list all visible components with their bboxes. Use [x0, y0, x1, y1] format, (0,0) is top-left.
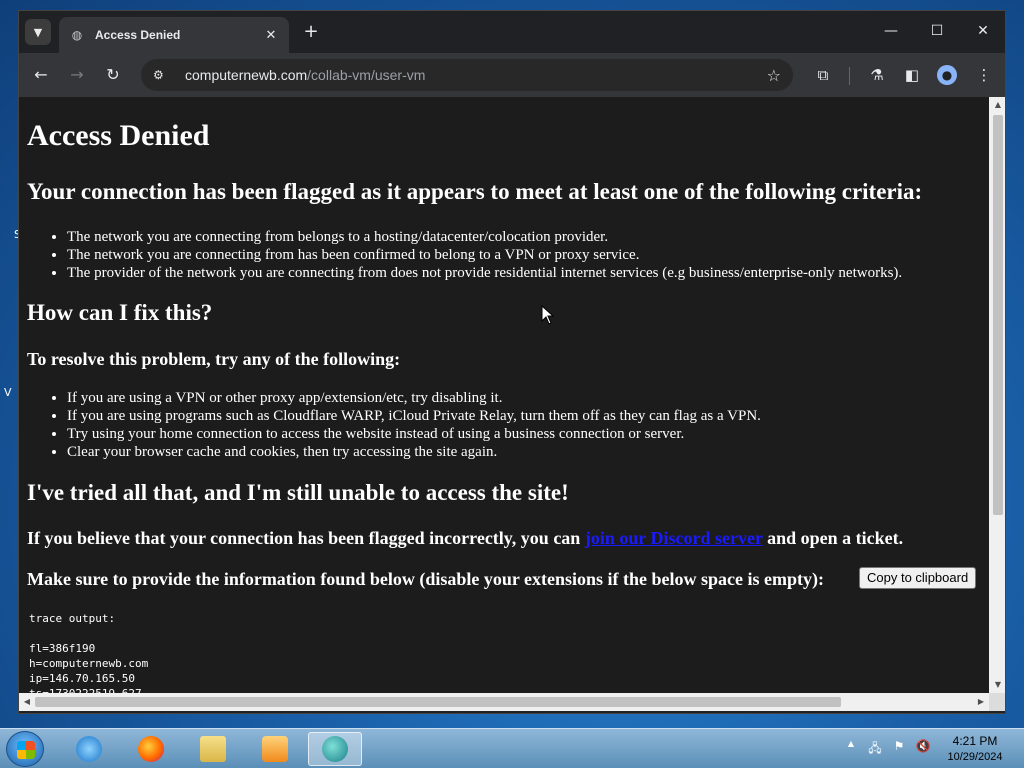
taskbar: ▲ 🖧 ⚑ 🔇 4:21 PM 10/29/2024 — [0, 728, 1024, 768]
fix-heading: How can I fix this? — [27, 300, 213, 325]
discord-link[interactable]: join our Discord server — [585, 528, 763, 548]
windows-logo-icon — [17, 741, 35, 759]
volume-muted-icon[interactable]: 🔇 — [914, 739, 932, 753]
media-player-icon — [262, 736, 288, 762]
address-bar[interactable]: ⚙ computernewb.com/collab-vm/user-vm ☆ — [141, 59, 793, 91]
close-tab-icon[interactable]: ✕ — [263, 28, 279, 43]
provide-info-text: Make sure to provide the information fou… — [27, 569, 825, 589]
labs-icon[interactable]: ⚗ — [865, 63, 889, 87]
folder-icon — [200, 736, 226, 762]
profile-avatar-icon[interactable]: ● — [937, 65, 957, 85]
taskbar-app-collabvm[interactable] — [308, 732, 362, 766]
start-button[interactable] — [6, 731, 44, 767]
back-button[interactable]: ← — [29, 63, 53, 87]
minimize-button[interactable]: — — [876, 19, 906, 43]
menu-icon[interactable]: ⋮ — [972, 63, 996, 87]
taskbar-app-media-player[interactable] — [248, 732, 302, 766]
list-item: Try using your home connection to access… — [67, 425, 761, 443]
bookmark-star-icon[interactable]: ☆ — [767, 66, 781, 85]
resolve-heading: To resolve this problem, try any of the … — [27, 349, 401, 369]
extensions-icon[interactable]: ⧉ — [811, 63, 835, 87]
incorrect-flag-text: If you believe that your connection has … — [27, 528, 903, 549]
page-viewport: Access Denied Your connection has been f… — [19, 97, 989, 693]
incorrect-suffix: and open a ticket. — [767, 528, 904, 548]
horizontal-scroll-thumb[interactable] — [35, 697, 841, 707]
desktop-icon-fragment[interactable]: V — [4, 386, 12, 399]
vertical-scroll-thumb[interactable] — [993, 115, 1003, 515]
clock-date: 10/29/2024 — [947, 751, 1003, 763]
vertical-scrollbar[interactable]: ▲ ▼ — [989, 97, 1005, 693]
browser-toolbar: ← → ↻ ⚙ computernewb.com/collab-vm/user-… — [19, 53, 1005, 97]
url-host: computernewb.com — [185, 67, 308, 83]
globe-icon: ◍ — [71, 28, 83, 42]
tab-access-denied[interactable]: ◍ Access Denied ✕ — [59, 17, 289, 53]
internet-explorer-icon — [76, 736, 102, 762]
tried-heading: I've tried all that, and I'm still unabl… — [27, 480, 569, 505]
scroll-right-icon[interactable]: ▶ — [973, 693, 989, 711]
tab-search-button[interactable]: ▼ — [25, 19, 51, 45]
clock-time: 4:21 PM — [952, 734, 998, 748]
system-clock[interactable]: 4:21 PM 10/29/2024 — [940, 733, 1010, 765]
list-item: If you are using programs such as Cloudf… — [67, 407, 761, 425]
taskbar-app-file-explorer[interactable] — [186, 732, 240, 766]
horizontal-scrollbar[interactable]: ◀ ▶ — [19, 693, 989, 711]
list-item: The network you are connecting from belo… — [67, 228, 902, 246]
criteria-heading: Your connection has been flagged as it a… — [27, 179, 923, 204]
collabvm-icon — [322, 736, 348, 762]
list-item: If you are using a VPN or other proxy ap… — [67, 389, 761, 407]
reload-button[interactable]: ↻ — [101, 63, 125, 87]
taskbar-app-internet-explorer[interactable] — [62, 732, 116, 766]
copy-to-clipboard-button[interactable]: Copy to clipboard — [859, 567, 977, 589]
browser-window: ▼ ◍ Access Denied ✕ + — ☐ ✕ ← → ↻ ⚙ comp… — [18, 10, 1006, 714]
page-title: Access Denied — [27, 119, 210, 152]
criteria-list: The network you are connecting from belo… — [67, 228, 902, 282]
forward-button[interactable]: → — [65, 63, 89, 87]
firefox-icon — [138, 736, 164, 762]
fix-list: If you are using a VPN or other proxy ap… — [67, 389, 761, 461]
trace-output: trace output: fl=386f190 h=computernewb.… — [29, 612, 149, 693]
incorrect-prefix: If you believe that your connection has … — [27, 528, 581, 548]
scrollbar-corner — [989, 693, 1005, 711]
url-path: /collab-vm/user-vm — [307, 67, 426, 83]
side-panel-icon[interactable]: ◧ — [900, 63, 924, 87]
url-text[interactable]: computernewb.com/collab-vm/user-vm — [185, 67, 767, 83]
maximize-button[interactable]: ☐ — [922, 19, 952, 43]
mouse-cursor-icon — [541, 305, 555, 325]
tab-title: Access Denied — [95, 28, 181, 42]
show-hidden-icons-chevron-icon[interactable]: ▲ — [842, 739, 860, 748]
close-window-button[interactable]: ✕ — [968, 19, 998, 43]
new-tab-button[interactable]: + — [299, 21, 323, 45]
scroll-down-icon[interactable]: ▼ — [989, 677, 1005, 693]
list-item: The network you are connecting from has … — [67, 246, 902, 264]
action-center-flag-icon[interactable]: ⚑ — [890, 739, 908, 753]
chevron-down-icon: ▼ — [33, 25, 43, 39]
site-info-icon[interactable]: ⚙ — [153, 68, 171, 82]
list-item: The provider of the network you are conn… — [67, 264, 902, 282]
list-item: Clear your browser cache and cookies, th… — [67, 443, 761, 461]
scroll-up-icon[interactable]: ▲ — [989, 97, 1005, 113]
scroll-left-icon[interactable]: ◀ — [19, 693, 35, 711]
tab-strip: ▼ ◍ Access Denied ✕ + — ☐ ✕ — [19, 11, 1005, 53]
taskbar-app-firefox[interactable] — [124, 732, 178, 766]
toolbar-separator — [849, 67, 850, 85]
network-icon[interactable]: 🖧 — [866, 739, 884, 760]
